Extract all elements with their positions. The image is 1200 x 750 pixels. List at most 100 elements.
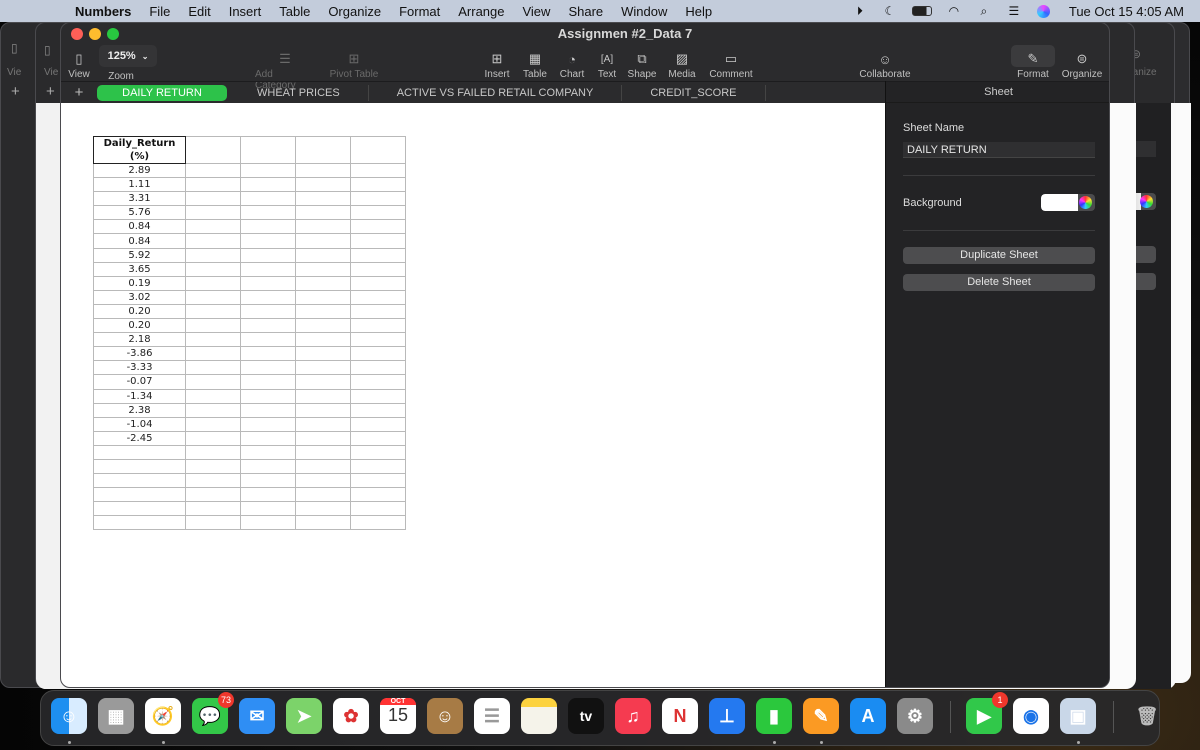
table-cell[interactable]: 5.92 [93, 247, 186, 263]
table-cell[interactable]: 0.20 [93, 303, 186, 320]
table-cell[interactable]: -1.04 [93, 416, 186, 432]
table-cell[interactable] [240, 205, 296, 221]
table-cell[interactable] [295, 289, 351, 305]
table-cell[interactable] [295, 205, 351, 221]
table-cell[interactable] [350, 219, 406, 235]
table-cell[interactable] [350, 346, 406, 362]
pivot-table-button[interactable]: ⊞ Pivot Table [329, 49, 379, 80]
table-cell[interactable] [240, 430, 296, 446]
table-cell[interactable] [185, 191, 241, 207]
table-cell[interactable] [295, 136, 351, 164]
table-cell[interactable] [93, 515, 186, 531]
table-cell[interactable] [295, 233, 351, 249]
table-button[interactable]: ▦ Table [521, 49, 549, 80]
table-cell[interactable] [240, 318, 296, 334]
table-cell[interactable]: 0.19 [93, 275, 186, 291]
battery-icon[interactable] [905, 0, 939, 22]
table-cell[interactable] [240, 247, 296, 263]
table-cell[interactable] [240, 191, 296, 207]
table-cell[interactable]: -2.45 [93, 430, 186, 446]
table-cell[interactable] [350, 289, 406, 305]
table-cell[interactable] [185, 374, 241, 390]
safari-icon[interactable]: 🧭 [145, 698, 181, 734]
table-cell[interactable] [240, 388, 296, 404]
table-cell[interactable] [185, 233, 241, 249]
table-cell[interactable]: 1.11 [93, 177, 186, 193]
table-cell[interactable] [185, 360, 241, 376]
table-cell[interactable] [93, 501, 186, 517]
contacts-icon[interactable]: ☺ [427, 698, 463, 734]
menu-edit[interactable]: Edit [179, 4, 219, 19]
table-cell[interactable] [185, 346, 241, 362]
background-color-swatch[interactable] [1041, 194, 1078, 211]
table-cell[interactable] [185, 162, 241, 179]
table-cell[interactable] [295, 487, 351, 503]
notes-icon[interactable] [521, 698, 557, 734]
shape-button[interactable]: ⧉ Shape [627, 49, 657, 80]
table-cell[interactable] [295, 247, 351, 263]
organize-button[interactable]: ⊜ Organize [1061, 49, 1103, 80]
table-cell[interactable] [185, 177, 241, 193]
table-cell[interactable] [350, 275, 406, 291]
system-preferences-icon[interactable]: ⚙ [897, 698, 933, 734]
keynote-icon[interactable]: ⊥ [709, 698, 745, 734]
table-cell[interactable] [240, 473, 296, 489]
table-cell[interactable] [350, 430, 406, 446]
table-cell[interactable]: 2.89 [93, 162, 186, 179]
menu-arrange[interactable]: Arrange [449, 4, 513, 19]
header-cell[interactable]: Daily_Return (%) [93, 136, 186, 164]
menu-table[interactable]: Table [270, 4, 319, 19]
table-cell[interactable]: -3.86 [93, 346, 186, 362]
table-cell[interactable]: -0.07 [93, 374, 186, 390]
format-button[interactable]: ✎ Format [1016, 49, 1050, 80]
table-cell[interactable] [295, 303, 351, 320]
table-cell[interactable] [295, 515, 351, 531]
table-cell[interactable] [295, 191, 351, 207]
table-cell[interactable] [240, 289, 296, 305]
delete-sheet-button[interactable]: Delete Sheet [903, 274, 1095, 291]
table-cell[interactable] [93, 444, 186, 460]
table-cell[interactable] [240, 233, 296, 249]
table-cell[interactable] [350, 162, 406, 179]
zoom-control[interactable]: 125% ⌄ Zoom [99, 45, 157, 82]
siri-icon[interactable] [1029, 0, 1059, 22]
table-cell[interactable] [185, 402, 241, 418]
table-cell[interactable]: 0.84 [93, 233, 186, 249]
table-cell[interactable] [350, 444, 406, 460]
table-cell[interactable] [185, 318, 241, 334]
text-button[interactable]: [A] Text [595, 49, 619, 81]
news-icon[interactable]: N [662, 698, 698, 734]
table-cell[interactable] [185, 136, 241, 164]
tab-daily-return[interactable]: DAILY RETURN [97, 84, 227, 101]
table-cell[interactable] [350, 515, 406, 531]
menu-clock[interactable]: Tue Oct 15 4:05 AM [1059, 4, 1200, 19]
table-cell[interactable] [295, 162, 351, 179]
table-cell[interactable] [295, 458, 351, 475]
table-cell[interactable] [185, 430, 241, 446]
table-cell[interactable] [295, 388, 351, 404]
app-store-icon[interactable]: A [850, 698, 886, 734]
media-button[interactable]: ▨ Media [667, 49, 697, 80]
table-cell[interactable] [185, 332, 241, 348]
add-sheet-button[interactable]: + [61, 84, 97, 101]
facetime-icon[interactable]: ▶ 1 [966, 692, 1008, 734]
menu-share[interactable]: Share [559, 4, 612, 19]
table-cell[interactable] [240, 374, 296, 390]
table-cell[interactable] [350, 360, 406, 376]
sheet-canvas[interactable]: Daily_Return (%) 2.89 1.11 3.31 5.76 0.84 0.84… [61, 103, 885, 687]
table-cell[interactable] [350, 233, 406, 249]
table-cell[interactable] [240, 261, 296, 277]
menu-format[interactable]: Format [390, 4, 449, 19]
chart-button[interactable]: ◔ Chart [558, 49, 586, 81]
table-cell[interactable] [240, 458, 296, 475]
table-cell[interactable] [350, 458, 406, 475]
table-cell[interactable] [350, 205, 406, 221]
table-cell[interactable]: 3.02 [93, 289, 186, 305]
table-cell[interactable] [240, 219, 296, 235]
table-cell[interactable] [295, 275, 351, 291]
table-cell[interactable] [350, 402, 406, 418]
table-cell[interactable] [240, 501, 296, 517]
table-cell[interactable] [350, 261, 406, 277]
table-cell[interactable] [350, 136, 406, 164]
mail-icon[interactable]: ✉ [239, 698, 275, 734]
